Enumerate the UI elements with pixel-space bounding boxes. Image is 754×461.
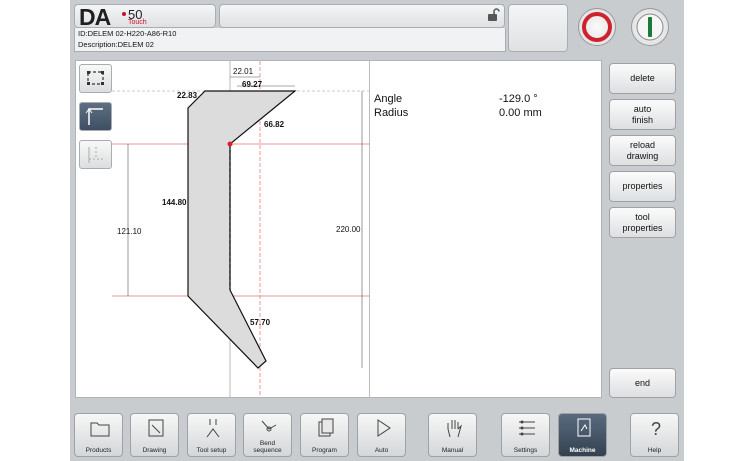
alternate-dimension-icon (88, 147, 104, 163)
alternate-dimension-button[interactable] (79, 140, 112, 169)
nav-label: Settings (513, 447, 538, 454)
dim-total-height: 220.00 (336, 225, 361, 234)
dim-slope: 66.82 (264, 120, 285, 129)
nav-manual[interactable]: Manual (428, 413, 477, 457)
delete-button[interactable]: delete (609, 63, 676, 94)
angle-label: Angle (374, 93, 403, 105)
nav-label: Program (312, 447, 337, 454)
properties-button[interactable]: properties (609, 171, 676, 202)
pencil-icon (148, 419, 164, 437)
logo-suffix: Touch (128, 19, 147, 26)
nav-machine[interactable]: Machine (558, 413, 607, 457)
panel-divider (369, 61, 370, 397)
pages-icon (318, 418, 334, 437)
profile-shape (187, 90, 297, 369)
lock-icon[interactable] (486, 8, 500, 22)
nav-drawing[interactable]: Drawing (130, 413, 179, 457)
product-description: Description:DELEM 02 (78, 40, 154, 49)
profile-drawing[interactable]: 22.01 69.27 22.83 66.82 144.80 121.10 22… (112, 61, 369, 397)
nav-program[interactable]: Program (300, 413, 349, 457)
nav-label: Machine (569, 447, 596, 454)
dim-tip-length: 57.70 (250, 318, 271, 327)
status-box (508, 4, 568, 52)
end-button[interactable]: end (609, 368, 676, 398)
dim-top-width: 69.27 (242, 80, 263, 89)
bend-icon (261, 420, 277, 432)
nav-help[interactable]: ? Help (630, 413, 679, 457)
stop-icon (582, 12, 612, 42)
logo-dot (122, 12, 126, 16)
fit-view-button[interactable] (79, 64, 112, 93)
radius-label: Radius (374, 107, 409, 119)
nav-settings[interactable]: Settings (501, 413, 550, 457)
tool-properties-button[interactable]: tool properties (609, 207, 676, 238)
logo: DA 50 Touch (74, 4, 216, 30)
stop-button[interactable] (578, 8, 616, 46)
nav-label: Manual (441, 447, 464, 454)
nav-auto[interactable]: Auto (357, 413, 406, 457)
question-icon: ? (651, 419, 661, 439)
reload-drawing-button[interactable]: reload drawing (609, 135, 676, 166)
dim-top-left: 22.83 (177, 91, 198, 100)
product-id: ID:DELEM 02-H220-A86-R10 (78, 29, 177, 38)
nav-label: Tool setup (196, 447, 227, 454)
reference-point (227, 141, 233, 147)
nav-bend-sequence[interactable]: Bend sequence (243, 413, 292, 457)
dimension-mode-button[interactable] (79, 102, 112, 131)
angle-value: -129.0 ° (499, 93, 538, 105)
hand-icon (447, 420, 462, 438)
start-icon (636, 13, 664, 41)
nav-label: Help (647, 447, 662, 454)
nav-label: Auto (374, 447, 389, 454)
radius-value: 0.00 mm (499, 107, 542, 119)
dimension-icon (85, 108, 103, 125)
dim-top-offset: 22.01 (233, 67, 254, 76)
list-icon (519, 420, 535, 436)
tool-icon (206, 419, 220, 438)
nav-label: Products (85, 447, 112, 454)
nav-label: Bend sequence (253, 440, 282, 454)
start-button[interactable] (631, 8, 669, 46)
machine-icon (577, 418, 591, 437)
nav-products[interactable]: Products (74, 413, 123, 457)
nav-tool-setup[interactable]: Tool setup (187, 413, 236, 457)
fit-view-icon (87, 71, 104, 85)
play-icon (377, 419, 391, 437)
title-bar (219, 4, 505, 28)
dim-lower-height: 121.10 (117, 227, 142, 236)
dim-left-height: 144.80 (162, 198, 187, 207)
logo-brand: DA (79, 4, 111, 30)
auto-finish-button[interactable]: auto finish (609, 99, 676, 130)
nav-label: Drawing (142, 447, 167, 454)
folder-icon (90, 422, 110, 437)
svg-text:?: ? (651, 419, 661, 439)
product-info: ID:DELEM 02-H220-A86-R10 Description:DEL… (74, 28, 506, 52)
